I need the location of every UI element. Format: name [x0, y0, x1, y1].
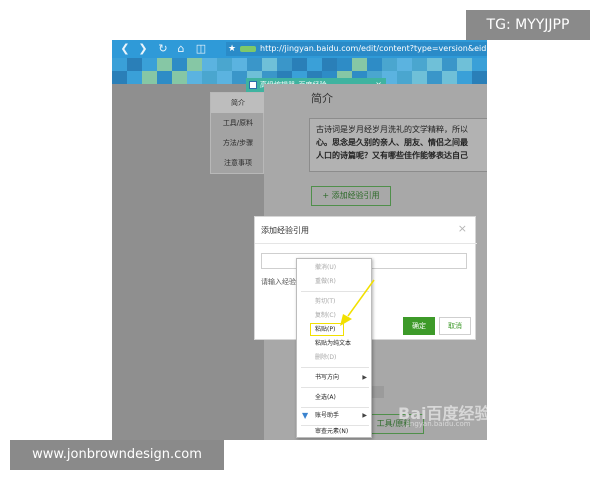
mosaic-cell	[217, 71, 232, 84]
mosaic-cell	[307, 58, 322, 71]
mosaic-cell	[442, 71, 457, 84]
page-title: 简介	[311, 92, 333, 105]
back-icon[interactable]: ❮	[118, 42, 132, 56]
cancel-button[interactable]: 取消	[439, 317, 471, 335]
nav-item-tools[interactable]: 工具/原料	[211, 113, 265, 133]
browser-toolbar: ❮ ❯ ↻ ⌂ ◫ http://jingyan.baidu.com/edit/…	[112, 40, 487, 58]
forward-icon[interactable]: ❯	[136, 42, 150, 56]
mosaic-cell	[187, 71, 202, 84]
mosaic-cell	[352, 58, 367, 71]
mosaic-cell	[427, 71, 442, 84]
mosaic-cell	[337, 58, 352, 71]
intro-textbox[interactable]: 古诗词是岁月经岁月洗礼的文学精粹，所以 心。思念是久别的亲人、朋友、情侣之间最 …	[309, 118, 487, 172]
mosaic-cell	[412, 58, 427, 71]
nav-item-intro[interactable]: 简介	[211, 93, 265, 113]
home-icon[interactable]: ⌂	[174, 42, 188, 56]
refresh-icon[interactable]: ↻	[156, 42, 170, 56]
mosaic-cell	[232, 58, 247, 71]
menu-item-paste-plain[interactable]: 粘贴为纯文本	[297, 337, 373, 351]
mosaic-cell	[472, 58, 487, 71]
chevron-right-icon: ▶	[362, 374, 367, 381]
mosaic-cell	[457, 71, 472, 84]
menu-item-undo[interactable]: 撤消(U)	[297, 261, 373, 275]
mosaic-cell	[247, 58, 262, 71]
favicon-icon	[249, 81, 257, 89]
reader-icon[interactable]: ◫	[194, 42, 208, 56]
mosaic-cell	[292, 58, 307, 71]
baidu-url: jingyan.baidu.com	[406, 420, 471, 428]
mosaic-cell	[397, 71, 412, 84]
mosaic-cell	[112, 71, 127, 84]
mosaic-cell	[112, 58, 127, 71]
chevron-right-icon: ▶	[362, 412, 367, 419]
mosaic-cell	[457, 58, 472, 71]
mosaic-cell	[322, 58, 337, 71]
nav-item-steps[interactable]: 方法/步骤	[211, 133, 265, 153]
context-menu: 撤消(U) 重做(R) 剪切(T) 复制(C) 粘贴(P) 粘贴为纯文本 删除(…	[296, 258, 372, 438]
menu-item-label: 书写方向	[315, 374, 340, 381]
mosaic-cell	[172, 71, 187, 84]
intro-line: 古诗词是岁月经岁月洗礼的文学精粹，所以	[316, 125, 468, 134]
address-bar[interactable]: http://jingyan.baidu.com/edit/content?ty…	[226, 42, 487, 56]
mosaic-cell	[127, 58, 142, 71]
mosaic-cell	[442, 58, 457, 71]
menu-item-delete[interactable]: 删除(D)	[297, 351, 373, 365]
mosaic-cell	[367, 58, 382, 71]
menu-item-select-all[interactable]: 全选(A)	[297, 391, 373, 405]
mosaic-cell	[157, 58, 172, 71]
close-icon[interactable]: ×	[458, 222, 467, 235]
add-reference-button[interactable]: + 添加经验引用	[311, 186, 391, 206]
mosaic-cell	[142, 71, 157, 84]
mosaic-cell	[187, 58, 202, 71]
menu-item-inspect[interactable]: 审查元素(N)	[297, 425, 373, 439]
section-nav: 简介 工具/原料 方法/步骤 注意事项	[210, 92, 265, 174]
watermark-tag: TG: MYYJJPP	[466, 10, 590, 40]
star-icon[interactable]: ★	[228, 42, 236, 56]
mosaic-cell	[262, 58, 277, 71]
menu-item-redo[interactable]: 重做(R)	[297, 275, 373, 289]
menu-item-writing-direction[interactable]: 书写方向 ▶	[297, 371, 373, 385]
mosaic-cell	[382, 58, 397, 71]
dialog-title: 添加经验引用	[261, 226, 309, 235]
mosaic-cell	[232, 71, 247, 84]
intro-line: 心。思念是久别的亲人、朋友、情侣之间最	[316, 138, 468, 147]
mosaic-cell	[472, 71, 487, 84]
mosaic-cell	[202, 71, 217, 84]
mosaic-cell	[157, 71, 172, 84]
nav-item-notes[interactable]: 注意事项	[211, 153, 265, 173]
mosaic-cell	[202, 58, 217, 71]
credit-footer: www.jonbrowndesign.com	[10, 440, 224, 470]
ok-button[interactable]: 确定	[403, 317, 435, 335]
menu-item-cut[interactable]: 剪切(T)	[297, 295, 373, 309]
menu-separator	[301, 387, 369, 388]
menu-item-account-helper[interactable]: ▼ 账号助手 ▶	[297, 409, 373, 423]
mosaic-cell	[427, 58, 442, 71]
menu-item-copy[interactable]: 复制(C)	[297, 309, 373, 323]
intro-line: 人口的诗篇呢？又有哪些佳作能够表达自己	[316, 151, 468, 160]
paste-highlight-box	[310, 323, 344, 336]
mosaic-cell	[172, 58, 187, 71]
mosaic-cell	[397, 58, 412, 71]
mosaic-cell	[277, 58, 292, 71]
divider	[255, 243, 477, 244]
menu-separator	[301, 291, 369, 292]
page-root: TG: MYYJJPP ❮ ❯ ↻ ⌂ ◫ http://jingyan.bai…	[0, 0, 600, 480]
dialog-hint: 请输入经验链	[261, 278, 299, 286]
mosaic-cell	[127, 71, 142, 84]
browser-screenshot: ❮ ❯ ↻ ⌂ ◫ http://jingyan.baidu.com/edit/…	[112, 40, 487, 440]
mosaic-cell	[217, 58, 232, 71]
menu-item-label: 账号助手	[315, 412, 340, 419]
mosaic-cell	[142, 58, 157, 71]
security-badge	[240, 46, 256, 52]
menu-separator	[301, 407, 369, 408]
mosaic-cell	[412, 71, 427, 84]
menu-separator	[301, 367, 369, 368]
shield-icon: ▼	[302, 411, 309, 420]
